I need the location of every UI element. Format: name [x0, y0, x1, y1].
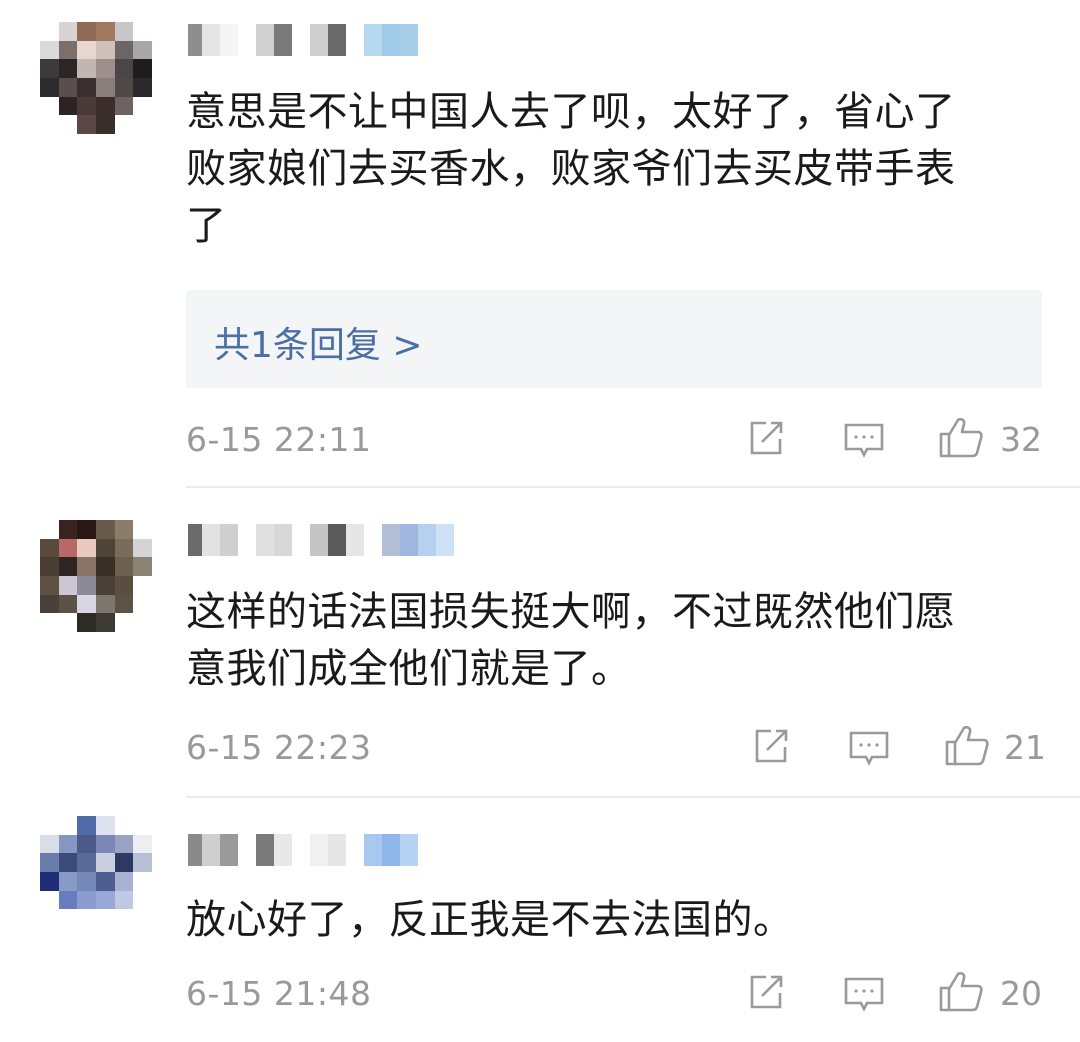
comment-button[interactable] — [843, 974, 885, 1018]
comment-button[interactable] — [843, 420, 885, 464]
share-button[interactable] — [746, 972, 786, 1016]
username-blurred[interactable] — [188, 834, 418, 866]
comment-item: 这样的话法国损失挺大啊，不过既然他们愿 意我们成全他们就是了。 6-15 22:… — [0, 488, 1080, 796]
like-count: 21 — [1004, 728, 1046, 767]
replies-box[interactable]: 共1条回复 > — [186, 290, 1042, 388]
avatar[interactable] — [40, 520, 152, 632]
comment-icon — [849, 731, 889, 766]
like-count: 20 — [1000, 974, 1042, 1013]
like-count: 32 — [1000, 420, 1042, 459]
comment-text: 意思是不让中国人去了呗，太好了，省心了 败家娘们去买香水，败家爷们去买皮带手表 … — [186, 89, 956, 249]
comment-icon — [844, 423, 884, 458]
avatar[interactable] — [40, 816, 152, 928]
thumbs-up-icon — [939, 971, 983, 1012]
like-button[interactable] — [938, 968, 986, 1012]
comment-text: 这样的话法国损失挺大啊，不过既然他们愿 意我们成全他们就是了。 — [186, 589, 956, 692]
timestamp: 6-15 22:11 — [186, 420, 372, 459]
avatar[interactable] — [40, 22, 152, 134]
share-icon — [750, 975, 783, 1009]
thumbs-up-icon — [945, 725, 989, 766]
view-replies-link[interactable]: 共1条回复 > — [214, 316, 423, 368]
like-button[interactable] — [944, 722, 992, 766]
comment-item: 放心好了，反正我是不去法国的。 6-15 21:48 20 — [0, 798, 1080, 1042]
share-button[interactable] — [746, 418, 786, 462]
comment-feed: 意思是不让中国人去了呗，太好了，省心了 败家娘们去买香水，败家爷们去买皮带手表 … — [0, 0, 1080, 1042]
share-icon — [750, 421, 783, 455]
username-blurred[interactable] — [188, 24, 418, 56]
like-button[interactable] — [938, 414, 986, 458]
share-icon — [755, 729, 788, 763]
comment-icon — [844, 977, 884, 1012]
comment-item: 意思是不让中国人去了呗，太好了，省心了 败家娘们去买香水，败家爷们去买皮带手表 … — [0, 0, 1080, 486]
username-blurred[interactable] — [188, 524, 454, 556]
timestamp: 6-15 21:48 — [186, 974, 372, 1013]
comment-button[interactable] — [848, 728, 890, 772]
thumbs-up-icon — [939, 417, 983, 458]
timestamp: 6-15 22:23 — [186, 728, 372, 767]
comment-text: 放心好了，反正我是不去法国的。 — [186, 897, 794, 943]
share-button[interactable] — [751, 726, 791, 770]
